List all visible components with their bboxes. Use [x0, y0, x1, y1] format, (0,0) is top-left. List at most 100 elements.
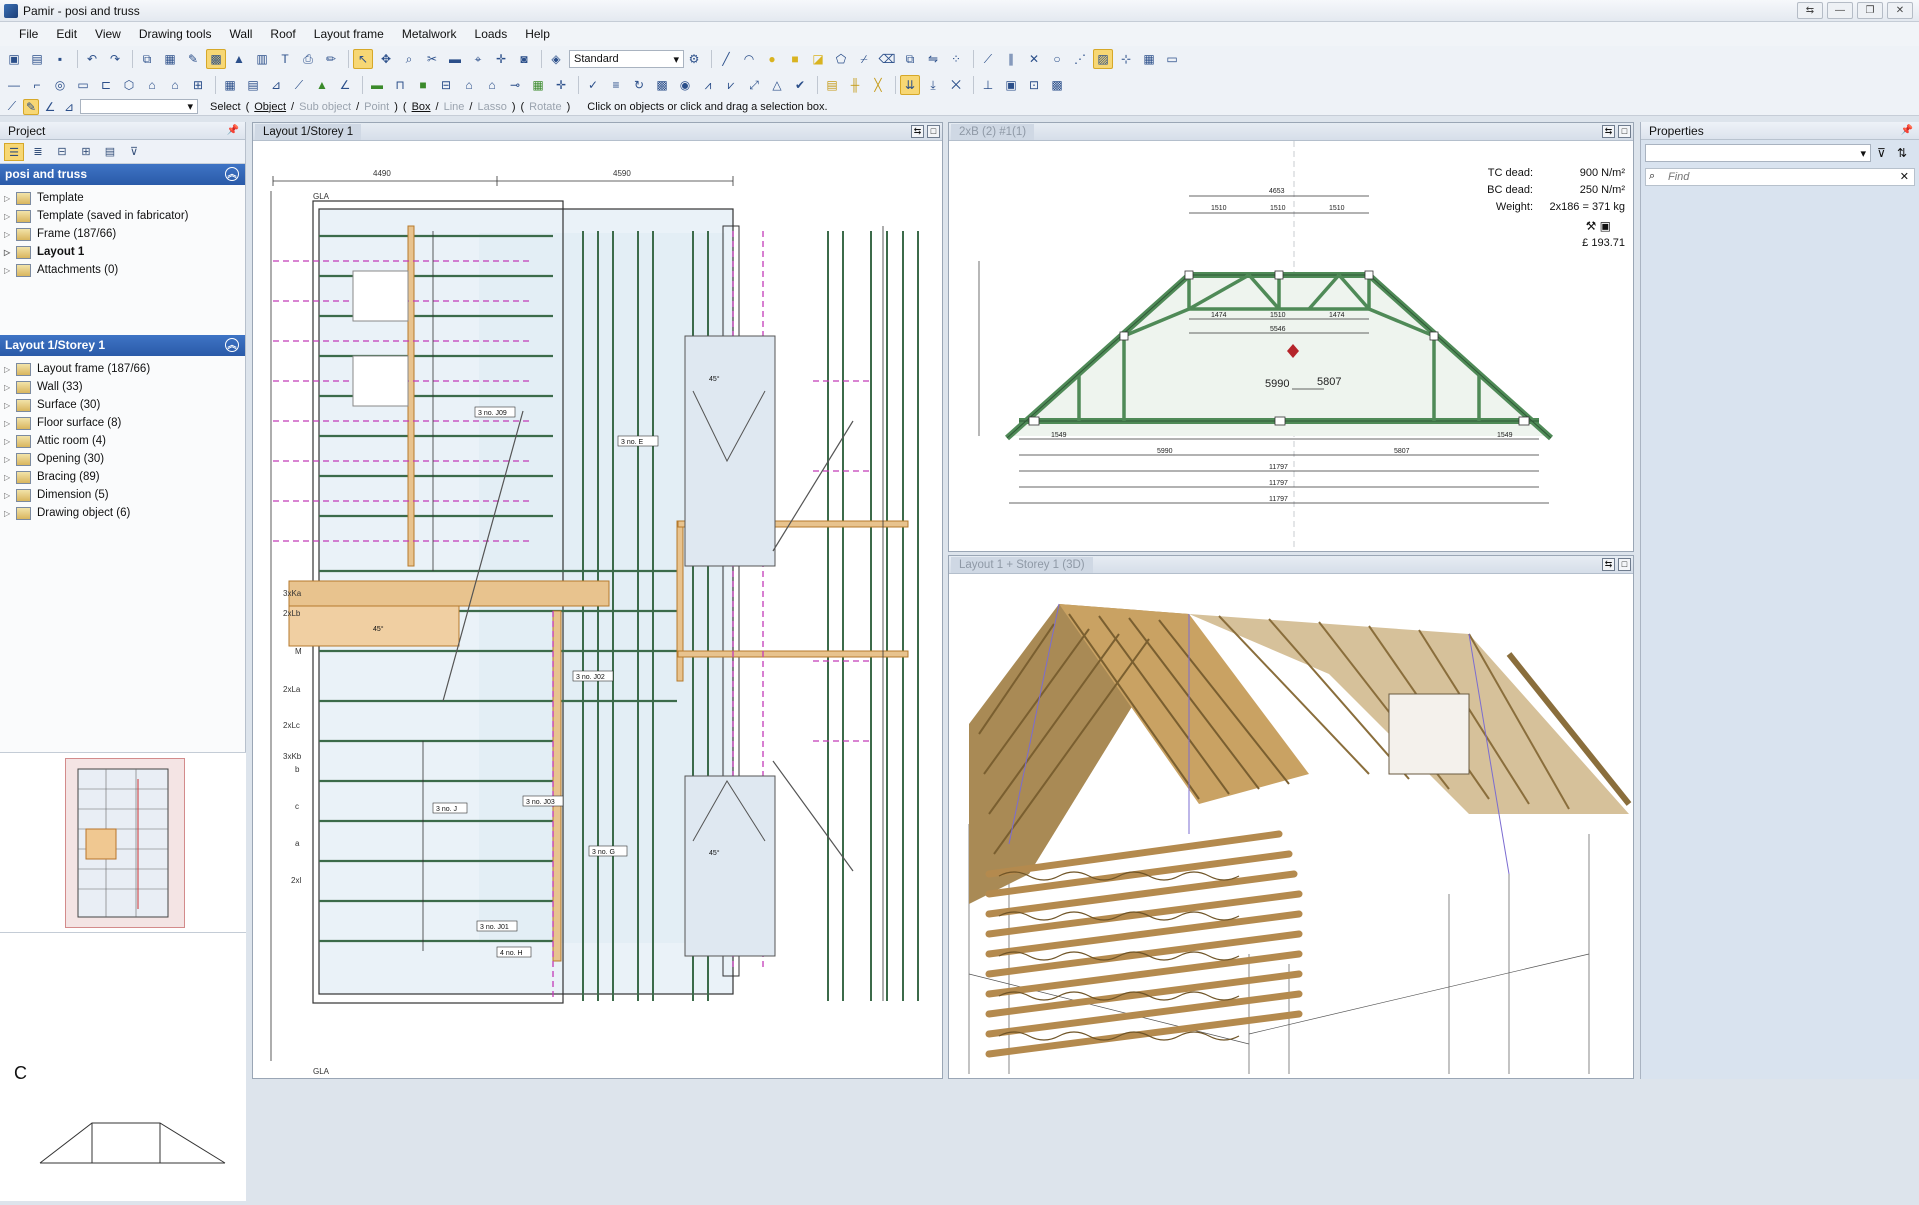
diagonal-icon[interactable]: ⟋	[978, 49, 998, 69]
collapse-icon[interactable]: ︽	[225, 338, 239, 352]
paste-icon[interactable]: ▦	[160, 49, 180, 69]
stair-icon[interactable]: ⊿	[266, 75, 286, 95]
load2-icon[interactable]: ⤓	[923, 75, 943, 95]
select-mode-icon[interactable]: ✎	[23, 98, 39, 115]
select-arrow-icon[interactable]: ↖	[353, 49, 373, 69]
tree-item-opening[interactable]: ▷ Opening (30)	[0, 450, 245, 468]
tree-item-frame[interactable]: ▷ Frame (187/66)	[0, 225, 245, 243]
select-line[interactable]: Line	[444, 101, 465, 113]
table-icon[interactable]: ▦	[220, 75, 240, 95]
sheet-icon[interactable]: ▤	[822, 75, 842, 95]
restore-icon[interactable]: ⇆	[1797, 2, 1823, 19]
menu-roof[interactable]: Roof	[261, 22, 304, 46]
roof-view-icon[interactable]: ▲	[229, 49, 249, 69]
load-icon[interactable]: ⇊	[900, 75, 920, 95]
truss-view[interactable]: 2xB (2) #1(1) ⇆ □ TC dead: 900 N/m² BC d…	[948, 122, 1634, 552]
select-rotate[interactable]: Rotate	[529, 101, 561, 113]
layer-icon[interactable]: ◈	[546, 49, 566, 69]
menu-edit[interactable]: Edit	[47, 22, 86, 46]
details-view-icon[interactable]: ⊟	[52, 143, 72, 161]
copy-icon[interactable]: ⧉	[137, 49, 157, 69]
load3-icon[interactable]: ⨉	[946, 75, 966, 95]
list-view-icon[interactable]: ≣	[28, 143, 48, 161]
measure-icon[interactable]: ▬	[445, 49, 465, 69]
expand-arrow-icon[interactable]: ▷	[4, 491, 14, 500]
filter-icon[interactable]: ⊽	[1877, 146, 1886, 160]
tree-item-floor-surface[interactable]: ▷ Floor surface (8)	[0, 414, 245, 432]
polyline-icon[interactable]: ⌐	[27, 75, 47, 95]
selection-filter-combo[interactable]: ▾	[80, 99, 198, 114]
redo-icon[interactable]: ↷	[105, 49, 125, 69]
roof-edit-icon[interactable]: ⌂	[165, 75, 185, 95]
select-sub-object[interactable]: Sub object	[299, 101, 351, 113]
expand-arrow-icon[interactable]: ▷	[4, 509, 14, 518]
circle-yellow-icon[interactable]: ●	[762, 49, 782, 69]
tree-view-icon[interactable]: ☰	[4, 142, 24, 161]
3d-view[interactable]: Layout 1 + Storey 1 (3D) ⇆ □	[948, 555, 1634, 1079]
select-box[interactable]: Box	[412, 101, 431, 113]
wall-icon[interactable]: ⊏	[96, 75, 116, 95]
menu-view[interactable]: View	[86, 22, 130, 46]
mirror-icon[interactable]: ⇋	[923, 49, 943, 69]
truss2-icon[interactable]: ⩗	[721, 75, 741, 95]
sync-icon[interactable]: ⇆	[1602, 125, 1615, 138]
truss-icon[interactable]: ⩘	[698, 75, 718, 95]
new-icon[interactable]: ▣	[4, 49, 24, 69]
expand-arrow-icon[interactable]: ▷	[4, 266, 14, 275]
project-section-header[interactable]: posi and truss ︽	[0, 164, 245, 185]
export-icon[interactable]: ▩	[1047, 75, 1067, 95]
sort-icon[interactable]: ⇅	[1897, 146, 1907, 160]
grid2-icon[interactable]: ▩	[652, 75, 672, 95]
column-icon[interactable]: ⊟	[436, 75, 456, 95]
plan-thumbnail[interactable]	[65, 758, 185, 928]
parallel-icon[interactable]: ∥	[1001, 49, 1021, 69]
report-icon[interactable]: ⊡	[1024, 75, 1044, 95]
line-icon[interactable]: ╱	[716, 49, 736, 69]
pin-icon[interactable]: 📌	[1901, 122, 1913, 140]
tree-item-layout-frame[interactable]: ▷ Layout frame (187/66)	[0, 360, 245, 378]
rect-yellow-icon[interactable]: ■	[785, 49, 805, 69]
tree-item-template-fabricator[interactable]: ▷ Template (saved in fabricator)	[0, 207, 245, 225]
collapse-icon[interactable]: ︽	[225, 167, 239, 181]
measure-mode-icon[interactable]: ∠	[42, 99, 58, 115]
angle-icon[interactable]: ∠	[335, 75, 355, 95]
cut-icon[interactable]: ✂	[422, 49, 442, 69]
tree-item-template[interactable]: ▷ Template	[0, 189, 245, 207]
tree-item-attic-room[interactable]: ▷ Attic room (4)	[0, 432, 245, 450]
expand-arrow-icon[interactable]: ▷	[4, 383, 14, 392]
frame-view-icon[interactable]: ▥	[252, 49, 272, 69]
minimize-button[interactable]: —	[1827, 2, 1853, 19]
save-icon[interactable]: ▪	[50, 49, 70, 69]
maximize-view-icon[interactable]: □	[1618, 125, 1631, 138]
tree-item-drawing-object[interactable]: ▷ Drawing object (6)	[0, 504, 245, 522]
tree-item-dimension[interactable]: ▷ Dimension (5)	[0, 486, 245, 504]
plan-view-tab[interactable]: Layout 1/Storey 1	[255, 124, 362, 140]
house-icon[interactable]: ⌂	[459, 75, 479, 95]
menu-drawing-tools[interactable]: Drawing tools	[130, 22, 221, 46]
edit-icon[interactable]: ✎	[183, 49, 203, 69]
tree-item-layout[interactable]: ▷ Layout 1	[0, 243, 245, 261]
menu-metalwork[interactable]: Metalwork	[393, 22, 466, 46]
roof-icon[interactable]: ⌂	[142, 75, 162, 95]
plan-view-icon[interactable]: ▩	[206, 49, 226, 69]
expand-arrow-icon[interactable]: ▷	[4, 194, 14, 203]
hatch-icon[interactable]: ▨	[1093, 49, 1113, 69]
frame-icon[interactable]: ⊞	[188, 75, 208, 95]
truss-view-tab[interactable]: 2xB (2) #1(1)	[951, 124, 1035, 140]
open-icon[interactable]: ▤	[27, 49, 47, 69]
check-icon[interactable]: ✓	[583, 75, 603, 95]
pan-icon[interactable]: ✛	[491, 49, 511, 69]
menu-layout-frame[interactable]: Layout frame	[305, 22, 393, 46]
ruler-icon[interactable]: ⊸	[505, 75, 525, 95]
undo-icon[interactable]: ↶	[82, 49, 102, 69]
menu-file[interactable]: File	[10, 22, 47, 46]
select-point[interactable]: Point	[364, 101, 389, 113]
table-view-icon[interactable]: ▤	[100, 143, 120, 161]
select-object[interactable]: Object	[254, 101, 286, 113]
sync-icon[interactable]: ⇆	[1602, 558, 1615, 571]
trim-icon[interactable]: ⌿	[854, 49, 874, 69]
triangle-icon[interactable]: △	[767, 75, 787, 95]
properties-search-input[interactable]	[1645, 168, 1915, 186]
maximize-view-icon[interactable]: □	[1618, 558, 1631, 571]
menu-loads[interactable]: Loads	[466, 22, 517, 46]
